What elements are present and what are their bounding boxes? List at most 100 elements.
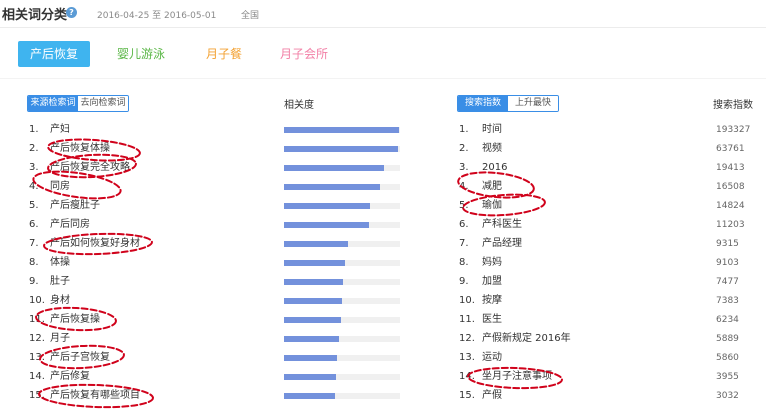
search-index-value: 7477 xyxy=(716,277,739,287)
search-index-value: 6234 xyxy=(716,315,739,325)
related-word-link[interactable]: 同房 xyxy=(50,179,70,195)
search-index-list: 1. 时间 193327 2. 视频 63761 3. 2016 19413 4. 减肥 16508 5… xyxy=(430,0,766,415)
related-word-link[interactable]: 产后同房 xyxy=(50,217,90,233)
related-word-row: 8. 体操 xyxy=(0,255,430,271)
rank-number: 13. xyxy=(459,352,475,363)
search-word-link[interactable]: 产品经理 xyxy=(482,236,522,252)
related-word-row: 14. 产后修复 xyxy=(0,369,430,385)
relevance-bar-fill xyxy=(284,222,369,228)
related-word-row: 6. 产后同房 xyxy=(0,217,430,233)
relevance-bar-track xyxy=(284,222,400,228)
relevance-bar-track xyxy=(284,336,400,342)
relevance-bar-fill xyxy=(284,317,341,323)
relevance-bar-fill xyxy=(284,355,338,361)
relevance-bar-track xyxy=(284,203,400,209)
related-word-link[interactable]: 产妇 xyxy=(50,122,70,138)
related-word-link[interactable]: 产后恢复有哪些项目 xyxy=(50,388,140,404)
rank-number: 2. xyxy=(29,143,39,154)
relevance-bar-fill xyxy=(284,184,381,190)
search-index-row: 14. 坐月子注意事项 3955 xyxy=(430,369,766,385)
related-word-link[interactable]: 产后恢复体操 xyxy=(50,141,110,157)
search-word-link[interactable]: 2016 xyxy=(482,160,507,176)
related-word-row: 9. 肚子 xyxy=(0,274,430,290)
rank-number: 6. xyxy=(459,219,469,230)
rank-number: 10. xyxy=(29,295,45,306)
relevance-bar-track xyxy=(284,279,400,285)
rank-number: 4. xyxy=(459,181,469,192)
search-word-link[interactable]: 瑜伽 xyxy=(482,198,502,214)
search-index-value: 3955 xyxy=(716,372,739,382)
relevance-bar-track xyxy=(284,241,400,247)
search-word-link[interactable]: 减肥 xyxy=(482,179,502,195)
search-index-row: 9. 加盟 7477 xyxy=(430,274,766,290)
search-word-link[interactable]: 产科医生 xyxy=(482,217,522,233)
relevance-bar-fill xyxy=(284,127,399,133)
search-index-row: 10. 按摩 7383 xyxy=(430,293,766,309)
relevance-bar-fill xyxy=(284,393,336,399)
search-word-link[interactable]: 坐月子注意事项 xyxy=(482,369,552,385)
rank-number: 1. xyxy=(459,124,469,135)
relevance-bar-track xyxy=(284,374,400,380)
rank-number: 9. xyxy=(29,276,39,287)
search-word-link[interactable]: 医生 xyxy=(482,312,502,328)
related-word-row: 2. 产后恢复体操 xyxy=(0,141,430,157)
search-index-value: 11203 xyxy=(716,220,745,230)
rank-number: 3. xyxy=(459,162,469,173)
related-word-link[interactable]: 产后子宫恢复 xyxy=(50,350,110,366)
relevance-bar-fill xyxy=(284,298,342,304)
related-word-link[interactable]: 月子 xyxy=(50,331,70,347)
search-index-value: 9103 xyxy=(716,258,739,268)
rank-number: 13. xyxy=(29,352,45,363)
rank-number: 5. xyxy=(459,200,469,211)
relevance-bar-track xyxy=(284,165,400,171)
rank-number: 11. xyxy=(459,314,475,325)
rank-number: 15. xyxy=(29,390,45,401)
search-word-link[interactable]: 视频 xyxy=(482,141,502,157)
relevance-bar-fill xyxy=(284,336,339,342)
rank-number: 14. xyxy=(29,371,45,382)
related-word-row: 10. 身材 xyxy=(0,293,430,309)
rank-number: 6. xyxy=(29,219,39,230)
relevance-bar-track xyxy=(284,146,400,152)
search-index-row: 8. 妈妈 9103 xyxy=(430,255,766,271)
search-index-row: 6. 产科医生 11203 xyxy=(430,217,766,233)
search-word-link[interactable]: 妈妈 xyxy=(482,255,502,271)
search-index-value: 63761 xyxy=(716,144,745,154)
rank-number: 15. xyxy=(459,390,475,401)
related-word-link[interactable]: 体操 xyxy=(50,255,70,271)
rank-number: 3. xyxy=(29,162,39,173)
search-word-link[interactable]: 时间 xyxy=(482,122,502,138)
related-word-row: 11. 产后恢复操 xyxy=(0,312,430,328)
search-word-link[interactable]: 加盟 xyxy=(482,274,502,290)
search-word-link[interactable]: 运动 xyxy=(482,350,502,366)
search-word-link[interactable]: 产假新规定 2016年 xyxy=(482,331,571,347)
related-word-link[interactable]: 产后恢复操 xyxy=(50,312,100,328)
rank-number: 9. xyxy=(459,276,469,287)
search-index-row: 1. 时间 193327 xyxy=(430,122,766,138)
rank-number: 10. xyxy=(459,295,475,306)
relevance-bar-track xyxy=(284,393,400,399)
search-index-row: 13. 运动 5860 xyxy=(430,350,766,366)
search-index-row: 15. 产假 3032 xyxy=(430,388,766,404)
search-word-link[interactable]: 按摩 xyxy=(482,293,502,309)
related-word-link[interactable]: 产后修复 xyxy=(50,369,90,385)
relevance-bar-track xyxy=(284,184,400,190)
related-word-row: 15. 产后恢复有哪些项目 xyxy=(0,388,430,404)
related-word-row: 4. 同房 xyxy=(0,179,430,195)
rank-number: 7. xyxy=(29,238,39,249)
related-word-link[interactable]: 肚子 xyxy=(50,274,70,290)
related-word-row: 13. 产后子宫恢复 xyxy=(0,350,430,366)
rank-number: 11. xyxy=(29,314,45,325)
related-word-link[interactable]: 身材 xyxy=(50,293,70,309)
search-index-value: 5860 xyxy=(716,353,739,363)
related-word-link[interactable]: 产后恢复完全攻略 xyxy=(50,160,130,176)
rank-number: 1. xyxy=(29,124,39,135)
related-word-link[interactable]: 产后如何恢复好身材 xyxy=(50,236,140,252)
relevance-bar-fill xyxy=(284,260,346,266)
search-index-row: 2. 视频 63761 xyxy=(430,141,766,157)
related-word-link[interactable]: 产后瘦肚子 xyxy=(50,198,100,214)
search-index-value: 16508 xyxy=(716,182,745,192)
search-word-link[interactable]: 产假 xyxy=(482,388,502,404)
search-index-value: 5889 xyxy=(716,334,739,344)
search-index-row: 5. 瑜伽 14824 xyxy=(430,198,766,214)
